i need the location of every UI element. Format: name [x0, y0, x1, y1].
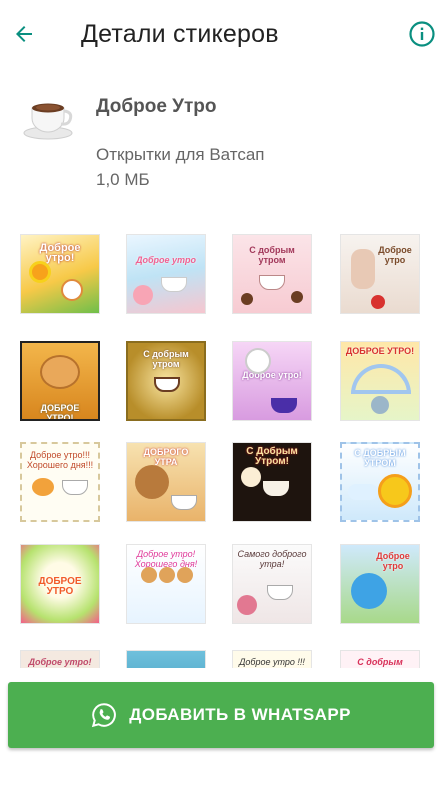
- sticker-item[interactable]: ДОБРОГО УТРА: [126, 442, 206, 522]
- app-bar: Детали стикеров: [0, 0, 443, 70]
- sticker-item[interactable]: Доброе утро: [340, 234, 420, 314]
- sticker-item[interactable]: Доброе утро!: [232, 341, 312, 421]
- whatsapp-icon: [92, 703, 117, 728]
- pack-size: 1,0 МБ: [96, 170, 150, 189]
- info-button[interactable]: [406, 18, 438, 50]
- sticker-item[interactable]: Доброе утро !!!: [232, 650, 312, 668]
- add-button-label: ДОБАВИТЬ В WHATSAPP: [129, 705, 351, 724]
- sticker-item[interactable]: ДОБРОЕ УТРО!: [20, 341, 100, 421]
- back-button[interactable]: [8, 17, 40, 51]
- sticker-item[interactable]: Доброе утро!!! Хорошего дня!!!: [20, 442, 100, 522]
- pack-publisher: Открытки для Ватсап: [96, 145, 265, 164]
- sticker-item[interactable]: ДОБРОЕ УТРО: [20, 544, 100, 624]
- sticker-item[interactable]: Доброе утро: [340, 544, 420, 624]
- sticker-item[interactable]: С добрым утром: [232, 234, 312, 314]
- sticker-item[interactable]: С ДОБРЫМ УТРОМ: [340, 442, 420, 522]
- add-to-whatsapp-button[interactable]: ДОБАВИТЬ В WHATSAPP: [8, 682, 434, 748]
- coffee-cup-icon: [22, 92, 78, 142]
- sticker-item[interactable]: С добрым утром!: [340, 650, 420, 668]
- sticker-item[interactable]: Доброе утро: [126, 234, 206, 314]
- sticker-item[interactable]: Доброе утро! Хорошего дня!: [126, 544, 206, 624]
- sticker-item[interactable]: С добрым утром: [126, 341, 206, 421]
- info-icon: [409, 21, 435, 47]
- sticker-pack-info: Доброе Утро Открытки для Ватсап 1,0 МБ: [0, 82, 443, 202]
- page-title: Детали стикеров: [81, 20, 279, 48]
- pack-name: Доброе Утро: [96, 96, 217, 117]
- sticker-item[interactable]: Доброе утро!: [20, 234, 100, 314]
- sticker-item[interactable]: ДОБРОЕ УТРО!: [340, 341, 420, 421]
- arrow-left-icon: [16, 26, 32, 42]
- sticker-item[interactable]: [126, 650, 206, 668]
- sticker-item[interactable]: Самого доброго утра!: [232, 544, 312, 624]
- sticker-grid: Доброе утро! Доброе утро С добрым утром …: [0, 228, 443, 668]
- sticker-item[interactable]: С Добрым Утром!: [232, 442, 312, 522]
- sticker-item[interactable]: Доброе утро!: [20, 650, 100, 668]
